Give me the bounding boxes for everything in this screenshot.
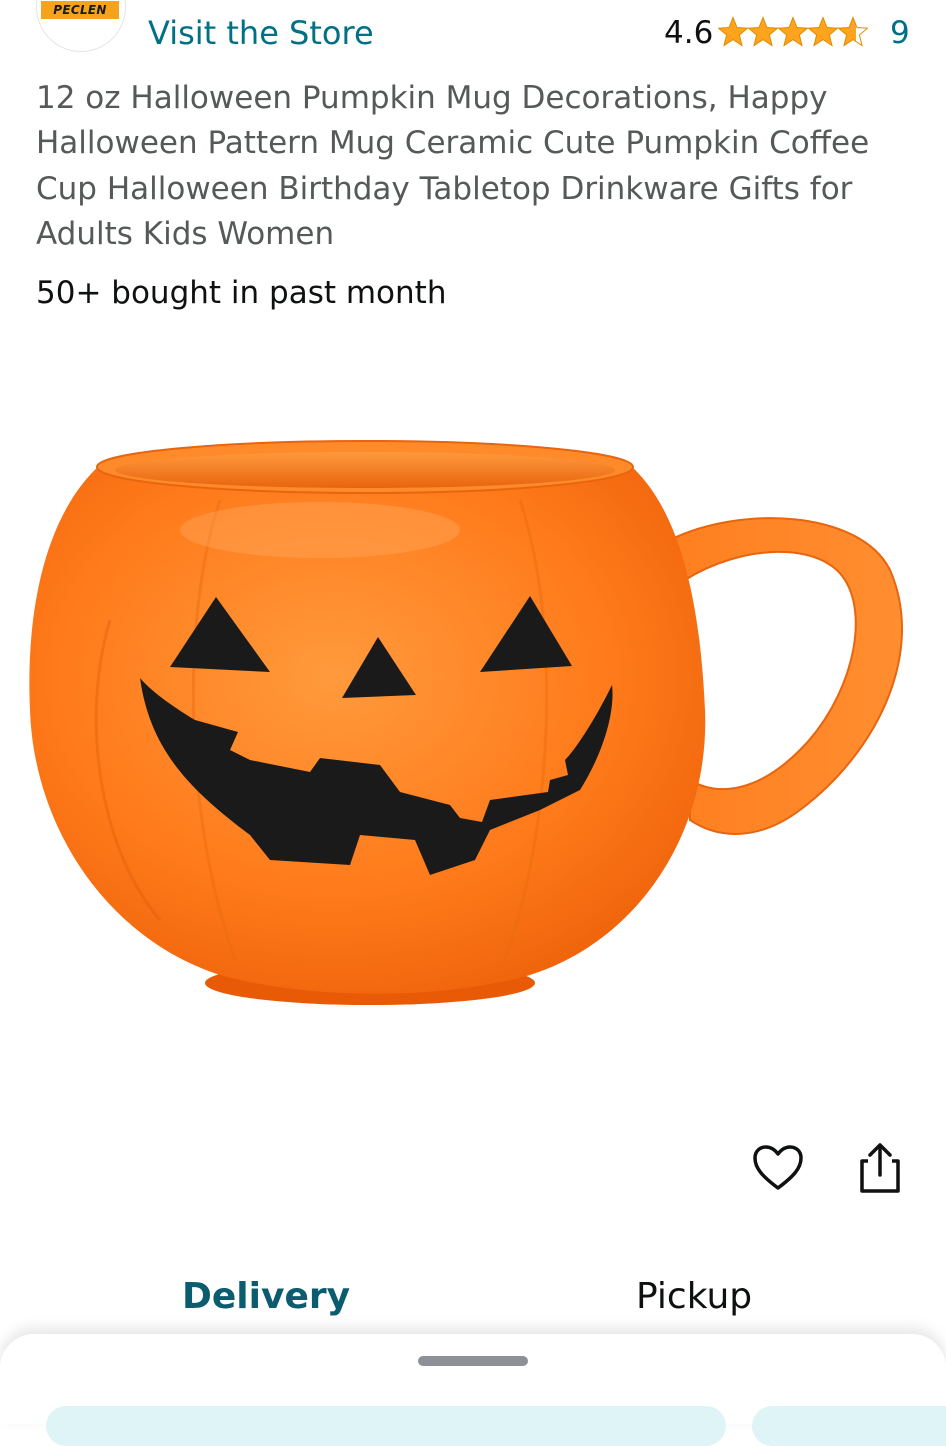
sheet-button-partial[interactable] [46,1406,726,1446]
brand-logo-text: PECLEN [41,1,119,19]
star-icon [778,17,808,46]
heart-icon [753,1145,803,1190]
brand-logo[interactable]: PECLEN [36,0,126,52]
star-half-icon [838,17,868,46]
sheet-button-partial[interactable] [752,1406,946,1446]
review-count-link[interactable]: 9 [890,13,910,53]
visit-store-link[interactable]: Visit the Store [148,13,374,53]
product-title: 12 oz Halloween Pumpkin Mug Decorations,… [36,80,870,252]
tab-pickup[interactable]: Pickup [636,1274,752,1320]
header-row: PECLEN Visit the Store 4.6 9 [0,0,946,62]
bought-in-past-month: 50+ bought in past month [36,275,447,311]
wishlist-button[interactable] [750,1140,806,1196]
pumpkin-mug-image[interactable] [20,420,930,1020]
bottom-sheet[interactable] [0,1334,946,1446]
star-icon [808,17,838,46]
drag-handle[interactable] [418,1356,528,1366]
mug-handle [668,517,903,835]
rating-value[interactable]: 4.6 [664,13,713,53]
star-icon [718,17,748,46]
share-button[interactable] [852,1140,908,1196]
star-icon [748,17,778,46]
share-icon [860,1143,900,1193]
rating-stars[interactable] [718,15,868,49]
mug-inside [115,452,615,488]
tab-delivery[interactable]: Delivery [182,1274,350,1320]
